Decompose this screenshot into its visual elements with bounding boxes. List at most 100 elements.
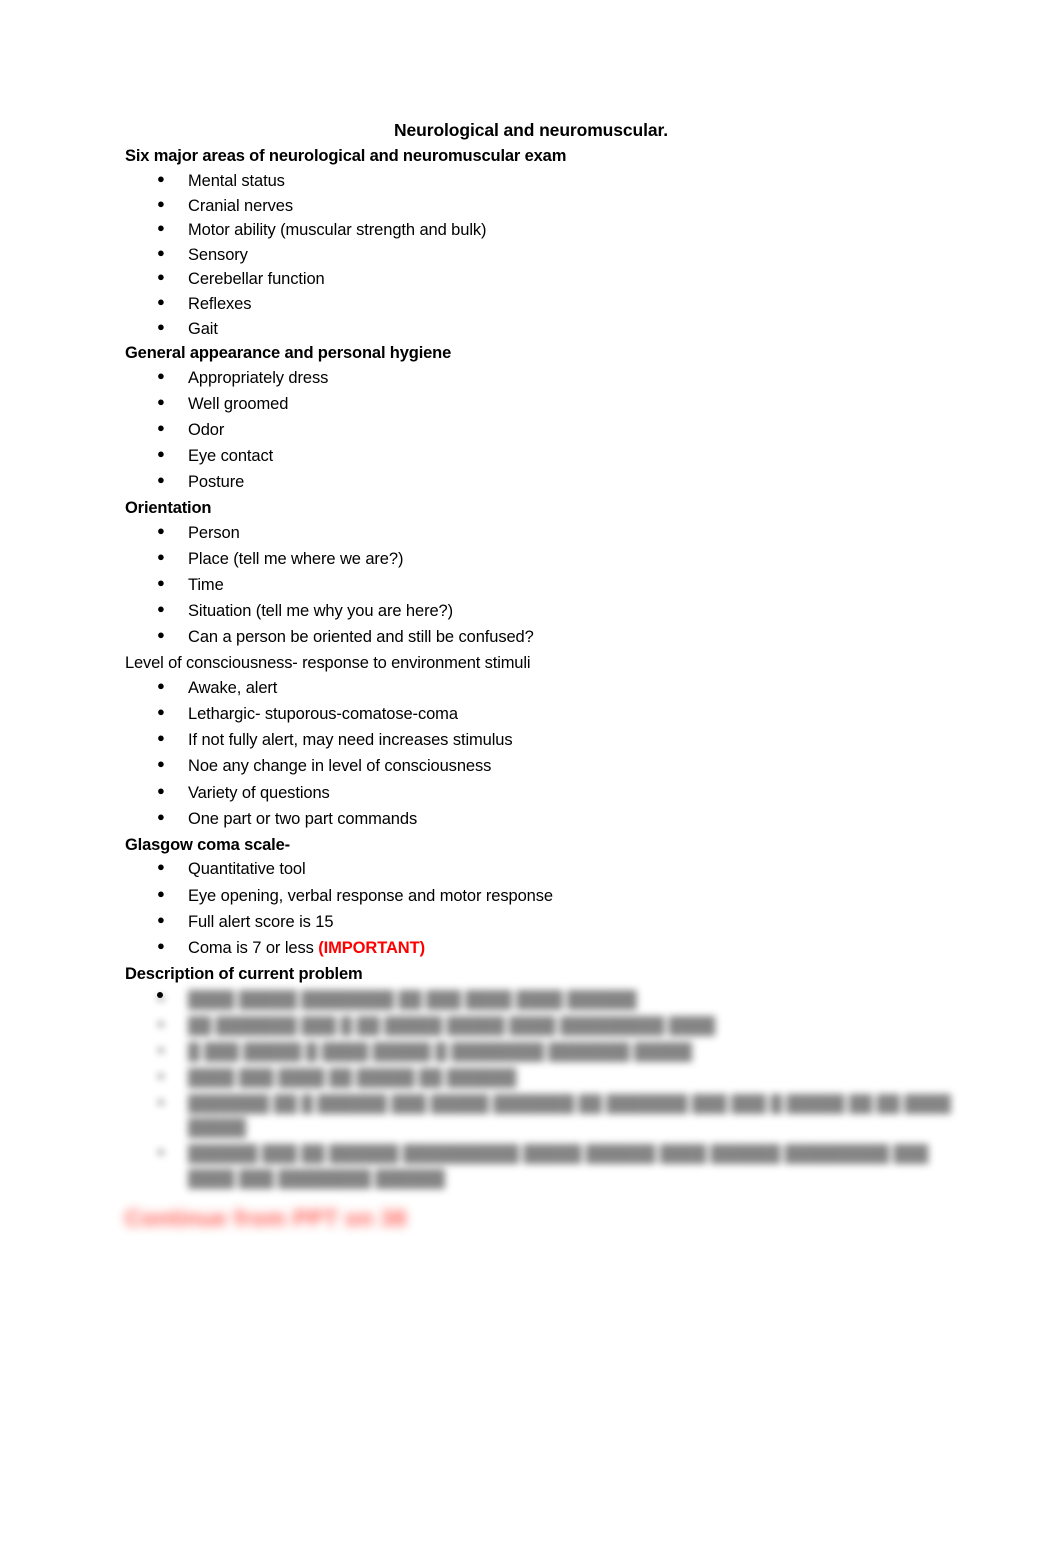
list-item-label: Motor ability (muscular strength and bul… [188,221,487,240]
bullet-icon: ● [157,911,165,927]
list-item-label: Awake, alert [188,679,278,698]
bullet-icon: ● [157,269,165,285]
list-item: ● Noe any change in level of consciousnes… [125,754,955,779]
list-item: ● Appropriately dress [125,366,955,391]
list-item-label: Reflexes [188,295,252,314]
bullet-icon: ● [157,195,165,211]
list-item: ● █ ███ █████ █ ████ █████ █ ████████ ███… [125,1040,955,1065]
list-item-label: ██ ███████ ███ █ ██ █████ █████ ████ ███… [188,1016,716,1035]
bullet-icon: ● [157,1067,165,1083]
bullet-icon: ● [157,937,165,953]
closing-note-blurred: Continue from PPT on 38 [125,1205,407,1231]
list-item-label: Place (tell me where we are?) [188,550,404,569]
list-item: ● Sensory [125,243,955,268]
section-heading-description-of-current-problem: Description of current problem [125,964,363,983]
list-item: ● Lethargic- stuporous-comatose-coma [125,702,955,727]
bullet-icon: ● [157,859,165,875]
page-title: Neurological and neuromuscular. [393,120,669,140]
list-item: ● Posture [125,470,955,495]
list-item-label: Eye opening, verbal response and motor r… [188,886,553,905]
bullet-icon: ● [157,1093,165,1109]
list-item: ● ██████ ███ ██ ██████ ██████████ █████ █… [125,1142,955,1191]
bullet-icon: ● [157,420,165,436]
list-item: ● Person [125,521,955,546]
list-item-label: Cranial nerves [188,196,293,215]
list-item-coma: ● Coma is 7 or less (IMPORTANT) [125,936,955,961]
list-item-label: Appropriately dress [188,368,329,387]
section-heading-level-of-consciousness: Level of consciousness- response to envi… [125,654,531,673]
list-item: ● Eye contact [125,444,955,469]
list-item: ● Eye opening, verbal response and motor … [125,884,955,909]
list-item-label: Sensory [188,245,248,264]
list-item-label: Full alert score is 15 [188,912,334,931]
bullet-list-description-of-current-problem: ● ████ █████ ████████ ██ ███ ████ ████ ██… [125,988,955,1192]
bullet-icon: ● [157,472,165,488]
list-item-label: Lethargic- stuporous-comatose-coma [188,705,458,724]
bullet-icon: ● [157,782,165,798]
bullet-icon: ● [157,394,165,410]
bullet-icon: ● [157,989,165,1005]
section-heading-six-major-areas: Six major areas of neurological and neur… [125,147,567,166]
bullet-icon: ● [157,294,165,310]
bullet-icon: ● [157,549,165,565]
list-item: ● Awake, alert [125,676,955,701]
list-item-label: Variety of questions [188,783,330,802]
bullet-icon: ● [157,1041,165,1057]
bullet-icon: ● [157,1015,165,1031]
list-item-label: If not fully alert, may need increases s… [188,731,513,750]
list-item-label: Quantitative tool [188,860,306,879]
bullet-icon: ● [157,885,165,901]
bullet-icon: ● [157,704,165,720]
list-item-label: Cerebellar function [188,270,325,289]
list-item-label: ███████ ██ █ ██████ ███ █████ ███████ ██… [188,1094,951,1138]
list-item-label: Person [188,524,240,543]
list-item: ● Can a person be oriented and still be c… [125,625,955,650]
bullet-icon: ● [157,171,165,187]
bullet-list-general-appearance: ● Appropriately dress ● Well groomed ● Odor… [125,366,955,495]
list-item-label: Noe any change in level of consciousness [188,757,492,776]
bullet-icon: ● [157,446,165,462]
bullet-icon: ● [157,244,165,260]
bullet-list-orientation: ● Person ● Place (tell me where we are?) ●… [125,521,955,650]
list-item: ● Mental status [125,169,955,194]
list-item-label: ████ █████ ████████ ██ ███ ████ ████ ███… [188,990,637,1009]
bullet-icon: ● [157,367,165,383]
list-item-label: Eye contact [188,447,274,466]
list-item: ● Odor [125,418,955,443]
list-item-label: One part or two part commands [188,809,418,828]
list-item: ● Time [125,573,955,598]
list-item-label: Situation (tell me why you are here?) [188,602,454,621]
list-item: ● ████ █████ ████████ ██ ███ ████ ████ ██… [125,988,955,1013]
bullet-icon: ● [157,627,165,643]
bullet-icon: ● [157,601,165,617]
bullet-list-level-of-consciousness: ● Awake, alert ● Lethargic- stuporous-coma… [125,676,955,831]
bullet-list-six-major-areas: ● Mental status ● Cranial nerves ● Motor ab… [125,169,955,341]
list-item: ● Quantitative tool [125,857,955,882]
list-item-label: Odor [188,421,225,440]
list-item-label: Can a person be oriented and still be co… [188,628,534,647]
list-item: ● Gait [125,317,955,342]
bullet-icon: ● [157,756,165,772]
bullet-icon: ● [157,575,165,591]
list-item: ● ██ ███████ ███ █ ██ █████ █████ ████ ██… [125,1014,955,1039]
list-item-label: ████ ███ ████ ██ █████ ██ ██████ [188,1068,517,1087]
list-item: ● Well groomed [125,392,955,417]
list-item: ● ████ ███ ████ ██ █████ ██ ██████ [125,1066,955,1091]
list-item: ● If not fully alert, may need increases … [125,728,955,753]
list-item: ● Cerebellar function [125,267,955,292]
bullet-icon: ● [157,523,165,539]
bullet-icon: ● [157,220,165,236]
section-heading-orientation: Orientation [125,499,212,518]
list-item: ● Cranial nerves [125,194,955,219]
important-badge: (IMPORTANT) [318,938,425,957]
bullet-icon: ● [157,678,165,694]
list-item: ● Place (tell me where we are?) [125,547,955,572]
document-page: Neurological and neuromuscular. Six majo… [0,0,1062,1556]
list-item: ● Reflexes [125,292,955,317]
bullet-icon: ● [157,318,165,334]
list-item-label: ██████ ███ ██ ██████ ██████████ █████ ██… [188,1145,929,1189]
redacted-content-blurred: ● ████ █████ ████████ ██ ███ ████ ████ ██… [125,988,955,1192]
section-heading-general-appearance: General appearance and personal hygiene [125,344,452,363]
list-item-label: Gait [188,319,218,338]
list-item-label: Coma is 7 or less [188,938,319,957]
